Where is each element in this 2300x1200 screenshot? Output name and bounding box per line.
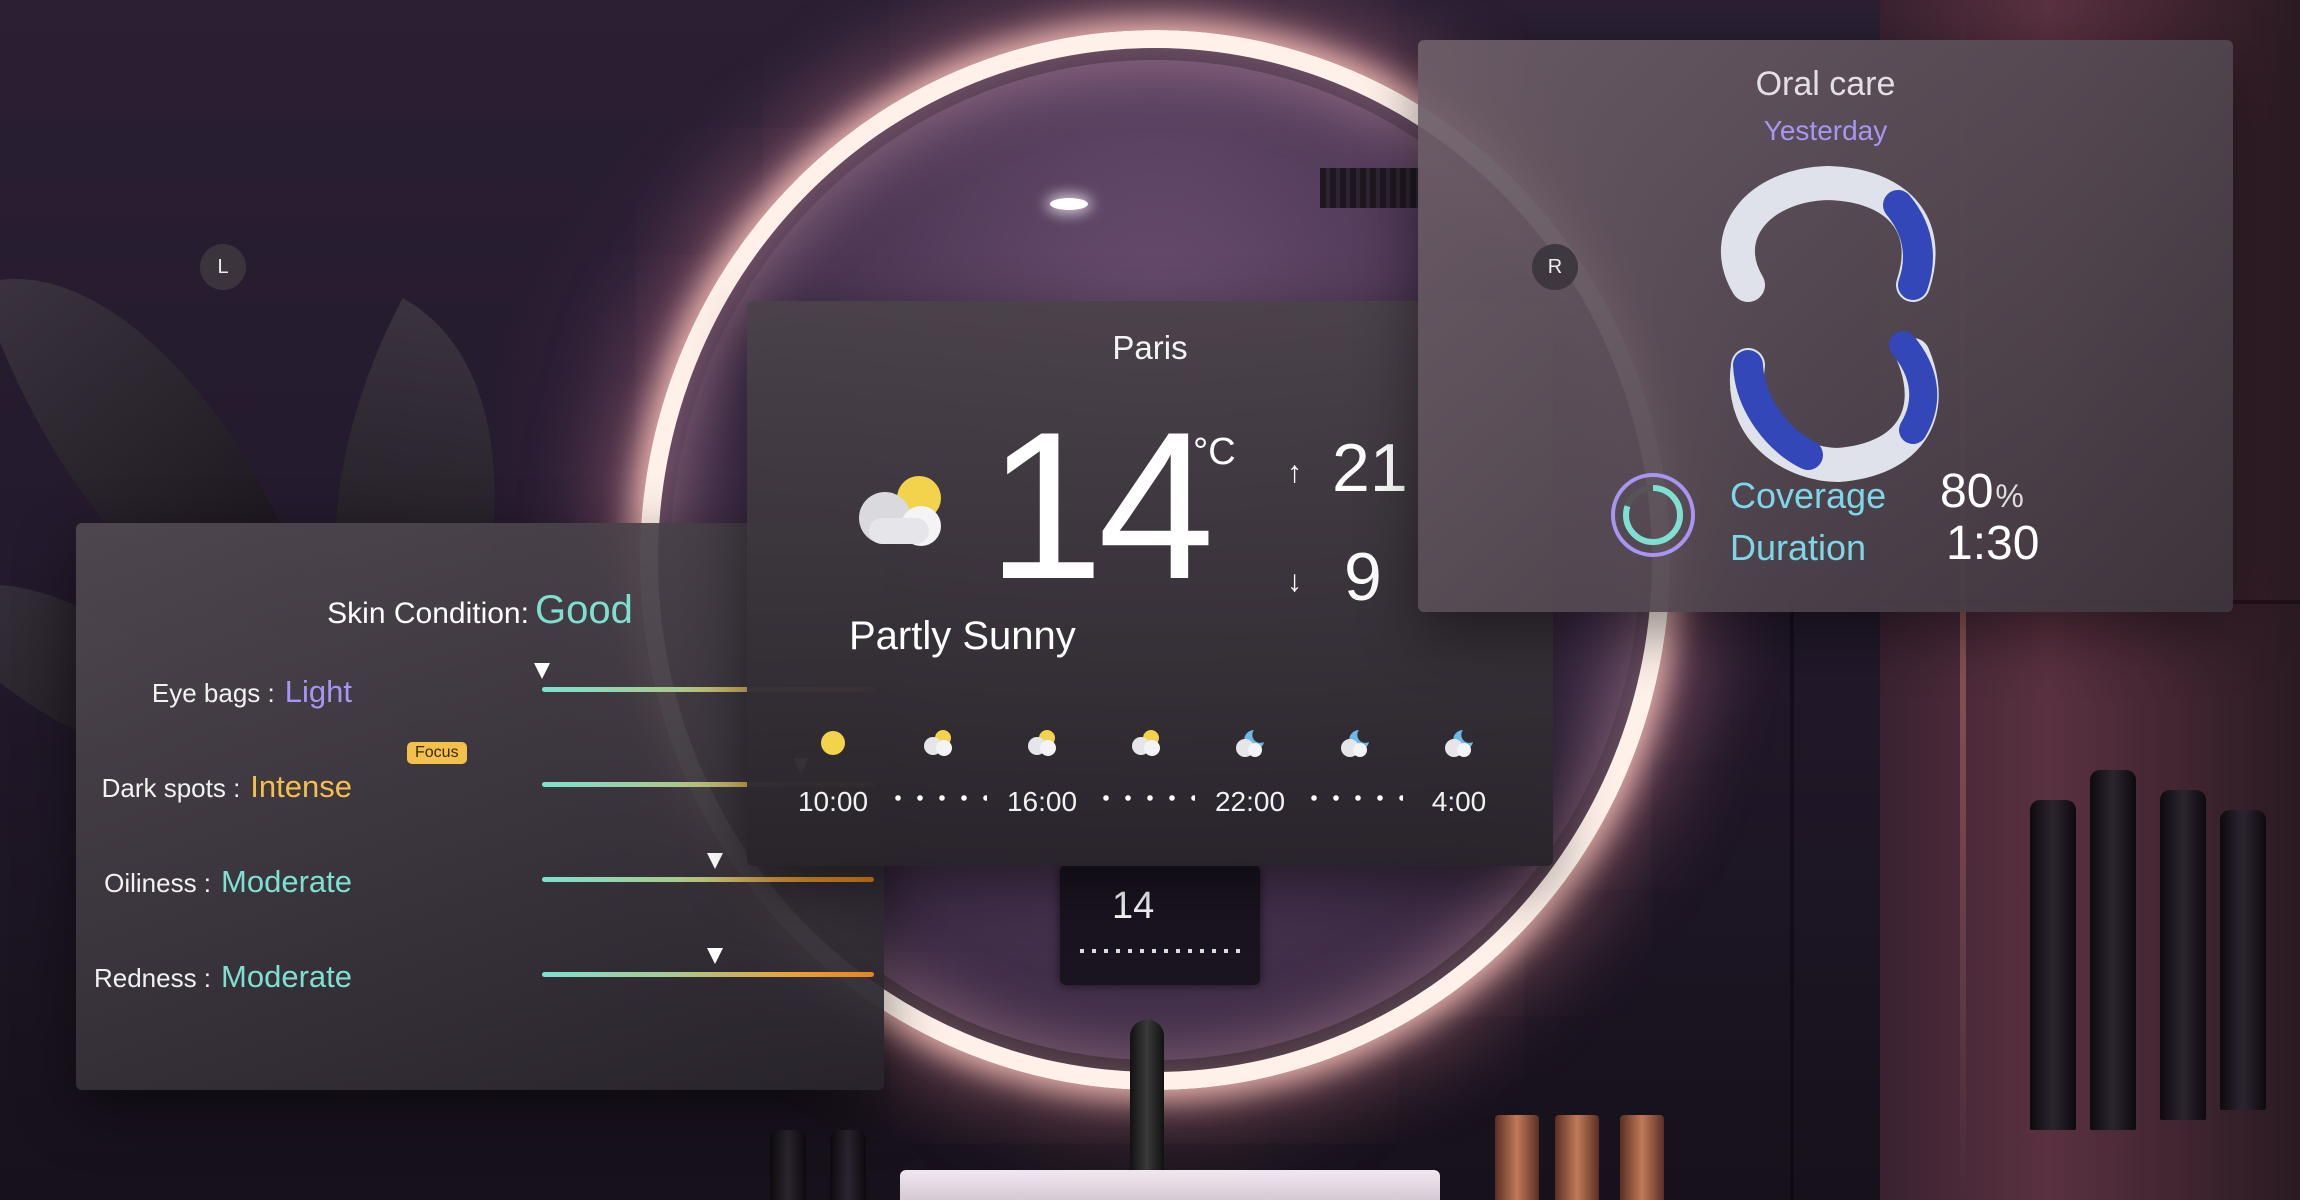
duration-label: Duration bbox=[1730, 527, 1867, 568]
metric-gauge-bar bbox=[542, 853, 874, 882]
metric-gauge-marker bbox=[706, 948, 723, 964]
metric-gauge-marker bbox=[706, 853, 723, 869]
timeline-dots bbox=[887, 795, 987, 801]
hourly-item: 22:00 bbox=[1200, 726, 1300, 817]
partly-sunny-icon bbox=[1132, 730, 1160, 756]
sink bbox=[900, 1170, 1440, 1200]
bottle bbox=[2160, 790, 2206, 1120]
skin-metric-redness: Redness : Moderate bbox=[76, 941, 884, 1001]
high-temperature-value: 21 bbox=[1332, 430, 1408, 506]
cloud-moon-icon bbox=[1236, 730, 1264, 757]
weather-condition: Partly Sunny bbox=[849, 614, 1076, 658]
metric-value: Moderate bbox=[221, 864, 352, 899]
oral-care-date: Yesterday bbox=[1763, 115, 1888, 146]
metric-label: Dark spots : bbox=[101, 773, 241, 803]
right-side-indicator: R bbox=[1532, 244, 1578, 290]
duration-value: 1:30 bbox=[1946, 517, 2040, 570]
metric-label: Eye bags : bbox=[151, 678, 275, 708]
low-temperature: ↓ 9 bbox=[1287, 538, 1382, 616]
copper-cup bbox=[1495, 1115, 1539, 1200]
metric-gauge-bar bbox=[542, 948, 874, 977]
sun-icon bbox=[821, 731, 845, 755]
copper-cup bbox=[1620, 1115, 1664, 1200]
low-temperature-value: 9 bbox=[1344, 539, 1382, 615]
metric-value: Intense bbox=[250, 769, 352, 804]
copper-cup bbox=[1555, 1115, 1599, 1200]
hourly-item bbox=[1305, 726, 1405, 765]
cloud-moon-icon bbox=[1341, 730, 1369, 757]
bottle bbox=[770, 1130, 806, 1200]
coverage-ring-icon bbox=[1608, 470, 1698, 560]
coverage-value: 80% bbox=[1940, 464, 2024, 519]
mirror-mini-weather: 14 bbox=[1060, 865, 1260, 985]
hourly-time: 16:00 bbox=[1006, 786, 1078, 817]
partly-sunny-icon bbox=[859, 476, 941, 546]
metric-gauge-marker bbox=[534, 663, 550, 679]
left-side-indicator: L bbox=[200, 244, 246, 290]
hourly-time: 22:00 bbox=[1214, 786, 1286, 817]
bottle bbox=[2220, 810, 2266, 1110]
hourly-item bbox=[888, 726, 988, 765]
metric-value: Light bbox=[284, 674, 352, 709]
bottle bbox=[2090, 770, 2136, 1130]
hourly-item: 10:00 bbox=[783, 726, 883, 817]
metric-value: Moderate bbox=[221, 959, 352, 994]
cloud-moon-icon bbox=[1445, 730, 1473, 757]
skin-condition-label: Skin Condition: bbox=[327, 597, 529, 630]
bottle bbox=[830, 1130, 866, 1200]
hourly-item: 4:00 bbox=[1409, 726, 1509, 817]
ceiling-vent bbox=[1320, 168, 1420, 208]
timeline-dots bbox=[1303, 795, 1403, 801]
hourly-time: 10:00 bbox=[797, 786, 869, 817]
coverage-unit: % bbox=[1995, 478, 2024, 514]
oral-care-title: Oral care bbox=[1755, 65, 1896, 103]
arrow-down-icon: ↓ bbox=[1287, 565, 1302, 599]
metric-label: Oiliness : bbox=[104, 868, 212, 898]
temperature-unit: °C bbox=[1193, 431, 1236, 473]
metric-label: Redness : bbox=[93, 963, 212, 993]
bottle bbox=[2030, 800, 2076, 1130]
teeth-map-icon bbox=[1720, 165, 1939, 483]
partly-sunny-icon bbox=[1028, 730, 1056, 756]
arrow-up-icon: ↑ bbox=[1287, 456, 1302, 490]
coverage-label: Coverage bbox=[1730, 475, 1887, 516]
timeline-dots bbox=[1095, 795, 1195, 801]
hourly-time: 4:00 bbox=[1431, 786, 1487, 817]
ceiling-light bbox=[1050, 198, 1088, 210]
skin-condition-value: Good bbox=[534, 588, 633, 632]
hourly-item: 16:00 bbox=[992, 726, 1092, 817]
partly-sunny-icon bbox=[924, 730, 952, 756]
coverage-number: 80 bbox=[1940, 465, 1994, 518]
hourly-item bbox=[1096, 726, 1196, 765]
current-temperature: 14 bbox=[987, 388, 1215, 623]
oral-care-card[interactable]: Oral care Yesterday Coverage 80% Duratio… bbox=[1418, 40, 2233, 612]
high-temperature: ↑ 21 bbox=[1287, 429, 1408, 507]
